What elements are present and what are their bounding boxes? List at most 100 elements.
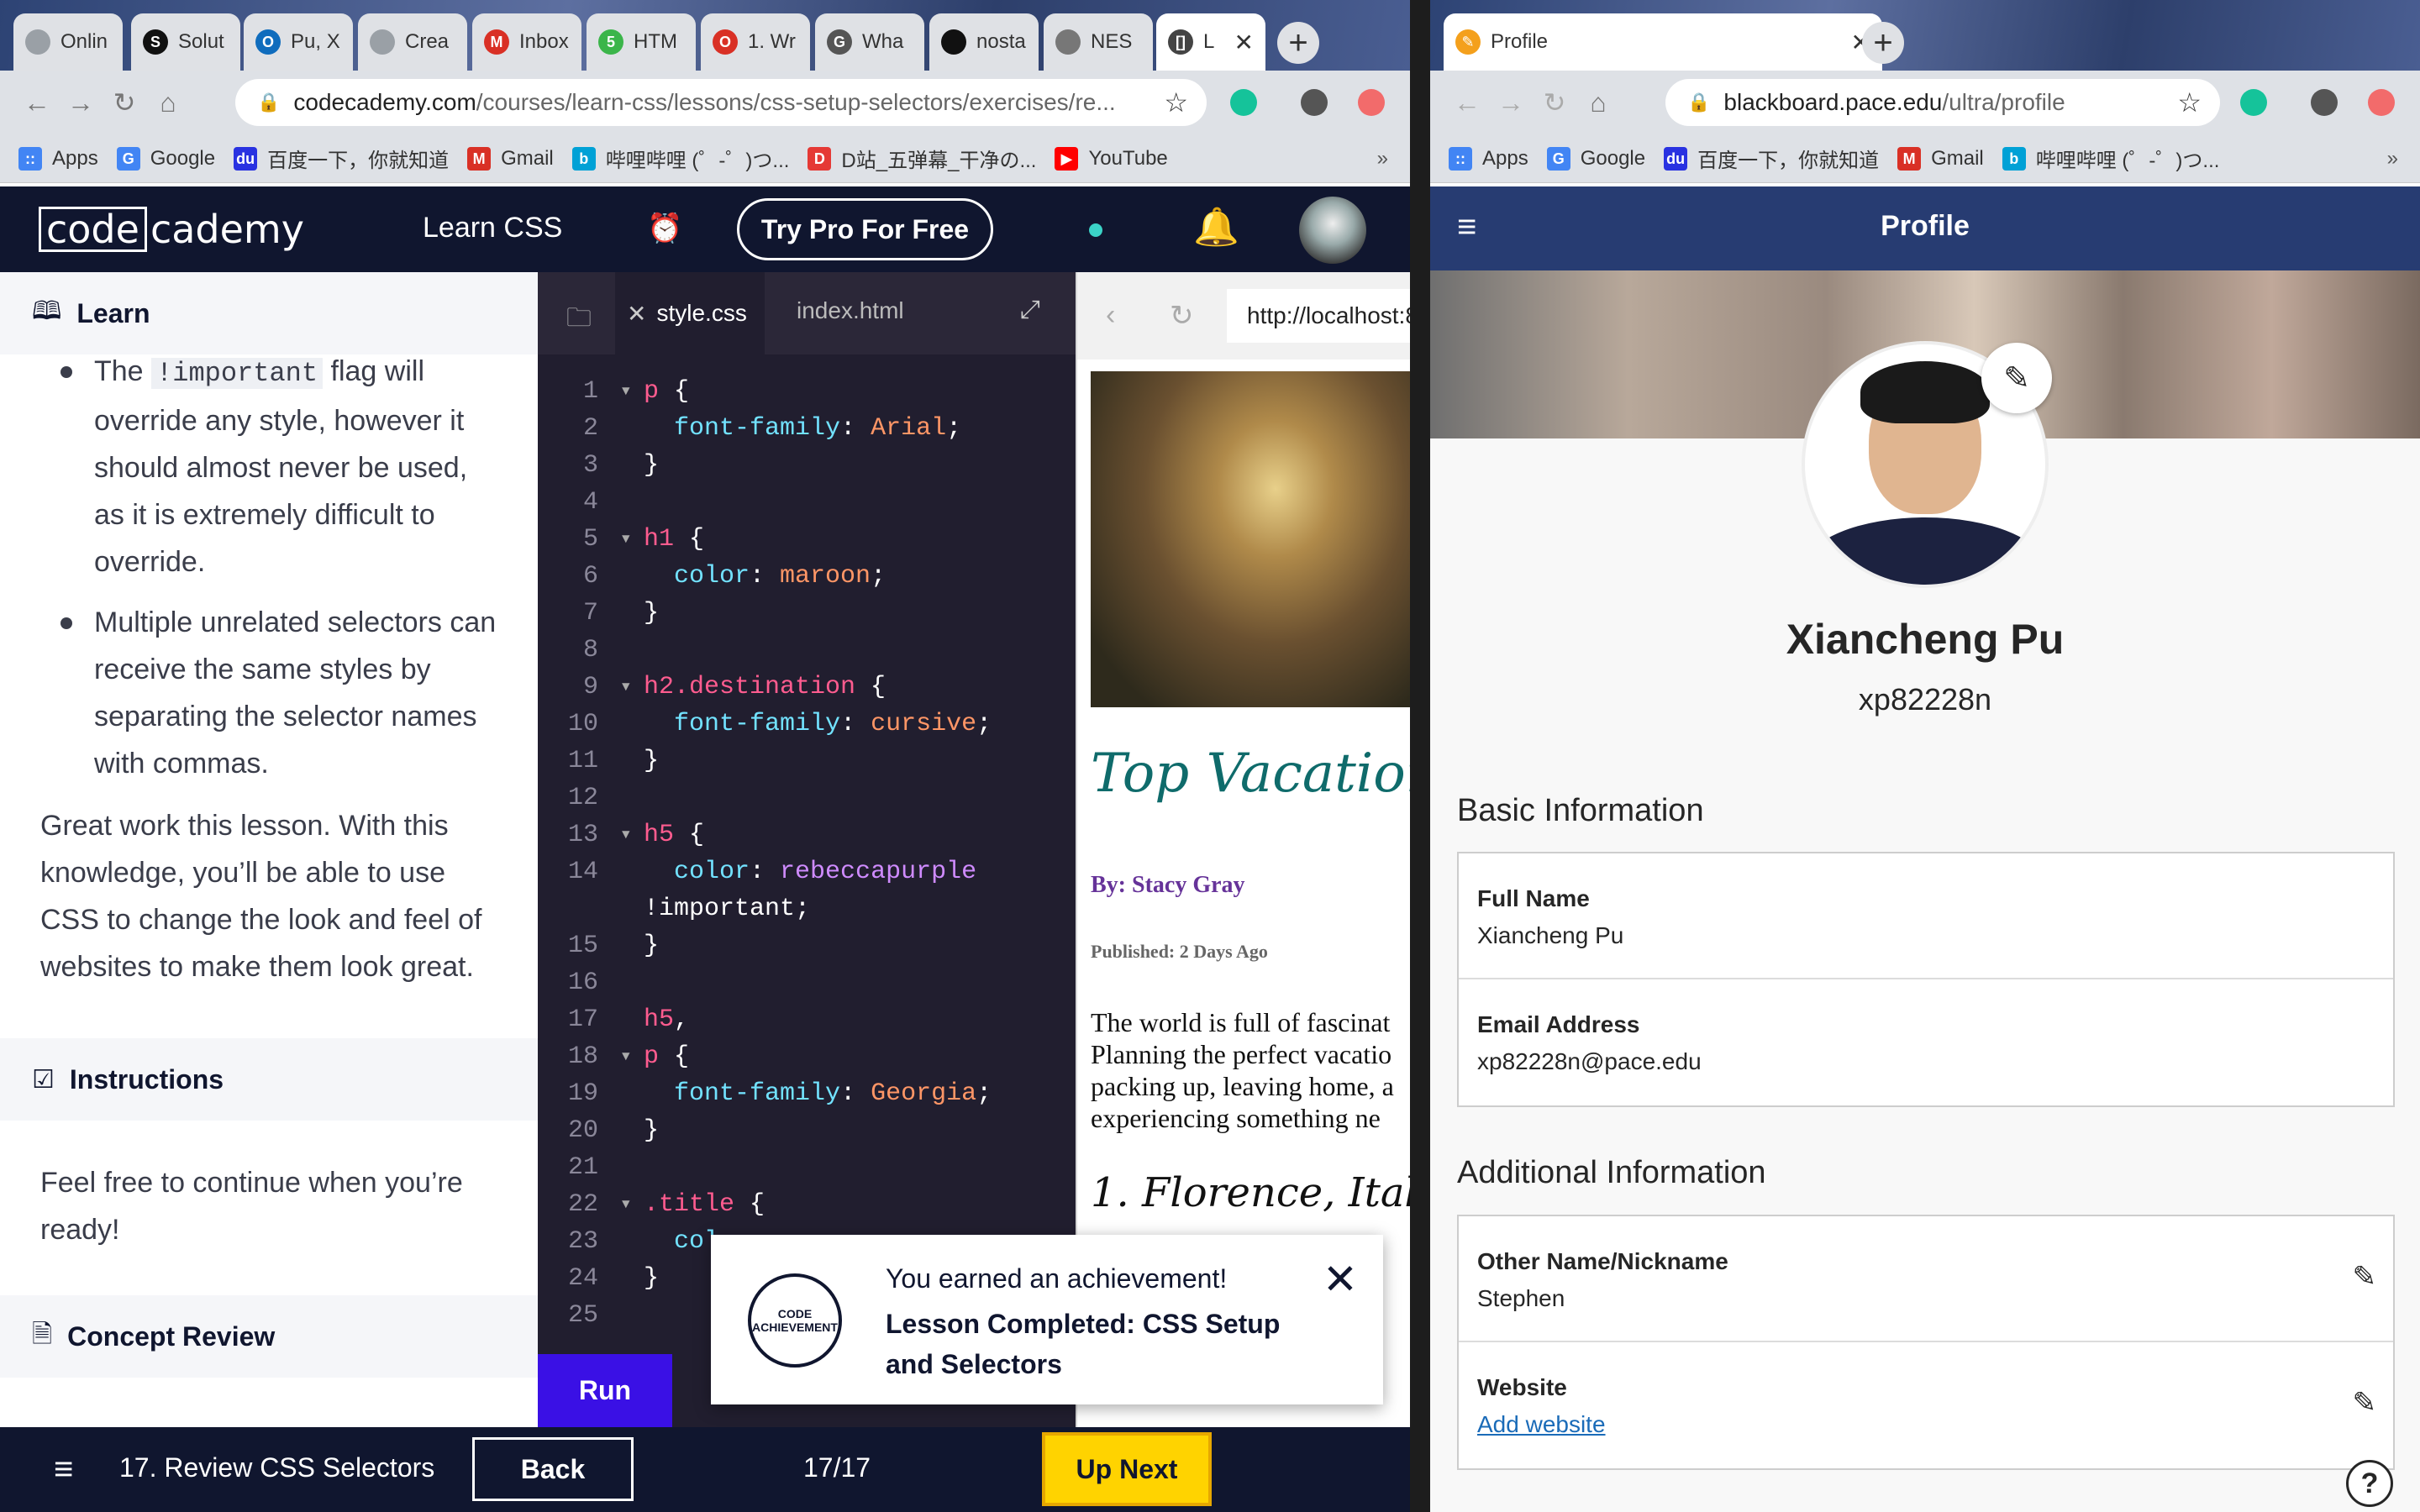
code-line[interactable]: 9 ▼ h2.destination { — [538, 669, 1076, 706]
run-button[interactable]: Run — [538, 1354, 672, 1427]
concept-review-section-header[interactable]: 🗎 Concept Review — [0, 1295, 538, 1378]
code-line[interactable]: 15} — [538, 927, 1076, 964]
instructions-section-header[interactable]: ☑ Instructions — [0, 1038, 538, 1121]
grammarly-extension-icon[interactable] — [1230, 89, 1257, 116]
code-line[interactable]: 10 font-family: cursive; — [538, 706, 1076, 743]
code-line[interactable]: 16 — [538, 964, 1076, 1001]
bookmark-item[interactable]: b 哔哩哔哩 (゜-゜)つ... — [2002, 144, 2219, 173]
code-line[interactable]: 11} — [538, 743, 1076, 780]
tab-item[interactable]: Crea — [358, 13, 467, 71]
bookmark-item[interactable]: M Gmail — [467, 146, 554, 171]
edit-avatar-pencil-icon[interactable]: ✎ — [1981, 343, 2052, 413]
help-icon[interactable]: ? — [2346, 1460, 2393, 1507]
tab-item[interactable]: O Pu, X — [244, 13, 353, 71]
code-line[interactable]: 7} — [538, 595, 1076, 632]
tab-item[interactable]: nosta — [929, 13, 1039, 71]
bookmark-item[interactable]: ▶ YouTube — [1055, 146, 1168, 171]
tab-item[interactable]: S Solut — [131, 13, 240, 71]
bookmark-item[interactable]: du 百度一下，你就知道 — [1664, 144, 1879, 173]
code-line[interactable]: !important; — [538, 890, 1076, 927]
menu-icon[interactable]: ≡ — [54, 1451, 73, 1488]
extension-icon[interactable] — [1358, 89, 1385, 116]
close-icon[interactable]: ✕ — [627, 300, 646, 328]
tab-style-css[interactable]: ✕ style.css — [615, 272, 765, 354]
code-line[interactable]: 5 ▼ h1 { — [538, 521, 1076, 558]
code-line[interactable]: 13 ▼ h5 { — [538, 816, 1076, 853]
tab-item[interactable]: [] L ✕ — [1156, 13, 1265, 71]
preview-url[interactable]: http://localhost:8 — [1227, 289, 1410, 343]
bookmarks-more[interactable]: » — [1377, 147, 1388, 171]
fold-arrow-icon[interactable]: ▼ — [622, 1186, 630, 1223]
new-tab-button[interactable]: + — [1277, 22, 1319, 64]
bookmark-item[interactable]: b 哔哩哔哩 (゜-゜)つ... — [571, 144, 789, 173]
expand-icon[interactable]: ⤢ — [1020, 296, 1040, 324]
fold-arrow-icon[interactable]: ▼ — [622, 373, 630, 410]
code-line[interactable]: 18 ▼ p { — [538, 1038, 1076, 1075]
tab-item[interactable]: NES — [1044, 13, 1153, 71]
fold-arrow-icon[interactable]: ▼ — [622, 669, 630, 706]
exercise-title[interactable]: 17. Review CSS Selectors — [119, 1452, 434, 1483]
profile-avatar-icon[interactable] — [1301, 89, 1328, 116]
profile-avatar-icon[interactable] — [2311, 89, 2338, 116]
grammarly-extension-icon[interactable] — [2240, 89, 2267, 116]
extension-icon[interactable] — [2368, 89, 2395, 116]
close-icon[interactable]: ✕ — [1323, 1255, 1358, 1304]
close-icon[interactable]: ✕ — [1226, 29, 1254, 56]
fold-arrow-icon[interactable]: ▼ — [622, 816, 630, 853]
tab-item[interactable]: Onlin — [13, 13, 123, 71]
try-pro-button[interactable]: Try Pro For Free — [737, 198, 993, 260]
forward-arrow-icon[interactable]: → — [59, 87, 103, 118]
home-icon[interactable]: ⌂ — [1576, 87, 1620, 118]
add-website-link[interactable]: Add website — [1477, 1411, 1606, 1438]
fold-arrow-icon[interactable]: ▼ — [622, 1038, 630, 1075]
back-arrow-icon[interactable]: ← — [15, 87, 59, 118]
home-icon[interactable]: ⌂ — [146, 87, 190, 118]
code-line[interactable]: 4 — [538, 484, 1076, 521]
learn-section-header[interactable]: 🕮 Learn — [0, 272, 538, 354]
tab-index-html[interactable]: index.html — [797, 297, 904, 324]
bookmark-item[interactable]: du 百度一下，你就知道 — [234, 144, 449, 173]
code-line[interactable]: 12 — [538, 780, 1076, 816]
code-line[interactable]: 8 — [538, 632, 1076, 669]
folder-icon[interactable]: 🗀 — [566, 299, 592, 342]
tab-item[interactable]: M Inbox — [472, 13, 581, 71]
preview-back-icon[interactable]: ‹ — [1106, 299, 1115, 332]
code-area[interactable]: 1 ▼ p {2 font-family: Arial; 3} 4 5 ▼ h1 {6 col… — [538, 373, 1076, 1334]
up-next-button[interactable]: Up Next — [1042, 1432, 1212, 1506]
bookmark-item[interactable]: :: Apps — [1449, 146, 1528, 171]
bookmarks-more[interactable]: » — [2387, 147, 2398, 171]
code-line[interactable]: 21 — [538, 1149, 1076, 1186]
code-line[interactable]: 6 color: maroon; — [538, 558, 1076, 595]
tab-item[interactable]: G Wha — [815, 13, 924, 71]
edit-nickname-pencil-icon[interactable]: ✎ — [2353, 1260, 2377, 1294]
fold-arrow-icon[interactable]: ▼ — [622, 521, 630, 558]
edit-website-pencil-icon[interactable]: ✎ — [2353, 1386, 2377, 1420]
reload-icon[interactable]: ↻ — [1533, 87, 1576, 118]
code-line[interactable]: 19 font-family: Georgia; — [538, 1075, 1076, 1112]
code-line[interactable]: 2 font-family: Arial; — [538, 410, 1076, 447]
code-line[interactable]: 22 ▼ .title { — [538, 1186, 1076, 1223]
forward-arrow-icon[interactable]: → — [1489, 87, 1533, 118]
code-line[interactable]: 14 color: rebeccapurple — [538, 853, 1076, 890]
tab-item[interactable]: 5 HTM — [587, 13, 696, 71]
tab-profile[interactable]: ✎ Profile ✕ — [1444, 13, 1882, 71]
code-line[interactable]: 20} — [538, 1112, 1076, 1149]
codecademy-logo[interactable]: code cademy — [39, 207, 304, 252]
bell-icon[interactable]: 🔔 — [1193, 205, 1239, 249]
alarm-clock-icon[interactable]: ⏰ — [647, 212, 682, 245]
bookmark-star-icon[interactable]: ☆ — [2177, 87, 2202, 118]
address-bar[interactable]: 🔒 blackboard.pace.edu/ultra/profile ☆ — [1665, 79, 2220, 126]
bookmark-item[interactable]: G Google — [116, 146, 215, 171]
reload-icon[interactable]: ↻ — [103, 87, 146, 118]
course-title[interactable]: Learn CSS — [423, 212, 562, 244]
preview-refresh-icon[interactable]: ↻ — [1170, 299, 1194, 333]
back-button[interactable]: Back — [472, 1437, 634, 1501]
bookmark-item[interactable]: D D站_五弹幕_干净の... — [808, 144, 1036, 173]
avatar[interactable] — [1299, 197, 1366, 264]
tab-item[interactable]: O 1. Wr — [701, 13, 810, 71]
address-bar[interactable]: 🔒 codecademy.com/courses/learn-css/lesso… — [235, 79, 1207, 126]
code-line[interactable]: 1 ▼ p { — [538, 373, 1076, 410]
back-arrow-icon[interactable]: ← — [1445, 87, 1489, 118]
bookmark-item[interactable]: M Gmail — [1897, 146, 1984, 171]
bookmark-item[interactable]: :: Apps — [18, 146, 98, 171]
